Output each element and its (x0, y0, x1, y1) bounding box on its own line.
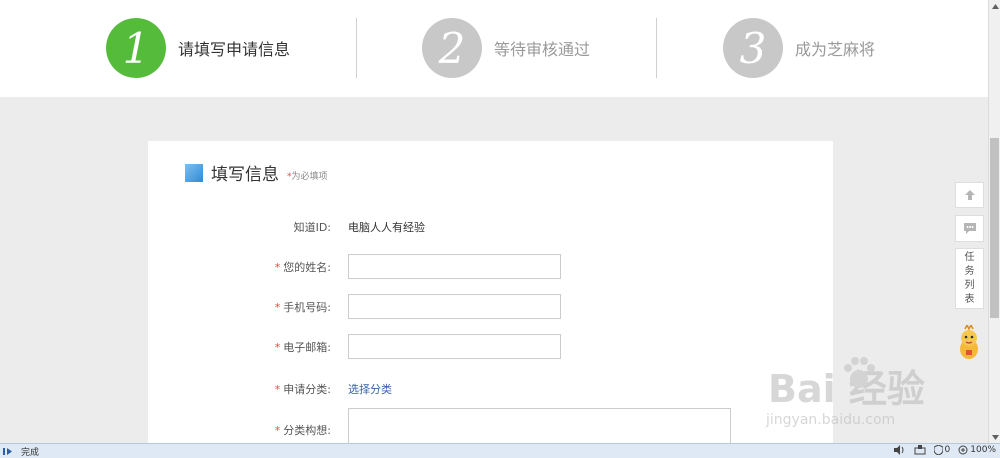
comment-icon (963, 223, 976, 234)
category-row: * 申请分类: 选择分类 (148, 379, 833, 399)
feedback-button[interactable] (955, 215, 984, 242)
shield-icon (933, 445, 943, 455)
status-text: 完成 (21, 447, 40, 458)
step-3-label: 成为芝麻将 (795, 40, 876, 59)
idea-label: * 分类构想: (274, 424, 331, 437)
idea-textarea[interactable] (348, 408, 731, 448)
page-status-icon (3, 447, 12, 455)
name-input[interactable] (348, 254, 561, 279)
step-header: 1 请填写申请信息 2 等待审核通过 3 成为芝麻将 (0, 0, 988, 97)
email-input[interactable] (348, 334, 561, 359)
select-category-link[interactable]: 选择分类 (348, 381, 392, 397)
watermark-url: jingyan.baidu.com (766, 412, 896, 428)
task-list-button[interactable]: 任 务 列 表 (955, 248, 984, 309)
name-row: * 您的姓名: (148, 254, 833, 279)
step-divider (356, 18, 357, 78)
baidu-jingyan-watermark: Bai 经验 jingyan.baidu.com (760, 350, 950, 440)
status-bar-right: 0 100% (893, 445, 996, 455)
idea-row: * 分类构想: (148, 408, 833, 448)
security-indicator[interactable]: 0 (933, 445, 950, 455)
zoom-control[interactable]: 100% (958, 445, 996, 455)
zhidao-id-label: 知道ID: (293, 221, 331, 234)
step-2-label: 等待审核通过 (494, 40, 591, 59)
category-label: * 申请分类: (274, 383, 331, 396)
back-to-top-button[interactable] (955, 182, 984, 208)
phone-input[interactable] (348, 294, 561, 319)
step-1-number: 1 (106, 18, 166, 78)
step-3: 3 成为芝麻将 (723, 17, 875, 79)
name-label: * 您的姓名: (274, 260, 331, 274)
required-note: *为必填项 (287, 171, 328, 182)
scrollbar-thumb[interactable] (990, 138, 999, 318)
arrow-up-icon (964, 190, 975, 200)
email-label: * 电子邮箱: (274, 340, 331, 354)
download-manager-icon[interactable] (914, 445, 926, 455)
step-2-number: 2 (422, 18, 482, 78)
zhidao-id-value: 电脑人人有经验 (348, 221, 425, 234)
scroll-down-arrow-icon[interactable] (989, 431, 1000, 443)
paw-icon (844, 357, 875, 388)
browser-status-bar: 完成 0 100% (0, 443, 1000, 458)
step-3-number: 3 (723, 18, 783, 78)
step-1: 1 请填写申请信息 (106, 17, 290, 79)
email-row: * 电子邮箱: (148, 334, 833, 359)
phone-row: * 手机号码: (148, 294, 833, 319)
phone-label: * 手机号码: (274, 300, 331, 314)
vertical-scrollbar[interactable] (988, 0, 1000, 443)
scroll-up-arrow-icon[interactable] (989, 0, 1000, 12)
zoom-icon (958, 445, 968, 455)
section-square-icon (185, 163, 203, 182)
step-1-label: 请填写申请信息 (178, 40, 291, 59)
speaker-icon[interactable] (893, 445, 906, 455)
step-divider (656, 18, 657, 78)
form-title: 填写信息 (211, 165, 279, 185)
form-header: 填写信息 *为必填项 (185, 160, 328, 185)
step-2: 2 等待审核通过 (422, 17, 590, 79)
mascot-icon[interactable] (957, 325, 981, 361)
application-form-card: 填写信息 *为必填项 知道ID: 电脑人人有经验 * 您的姓名: * 手机号码: *… (148, 141, 833, 458)
zhidao-id-row: 知道ID: 电脑人人有经验 (148, 217, 833, 237)
